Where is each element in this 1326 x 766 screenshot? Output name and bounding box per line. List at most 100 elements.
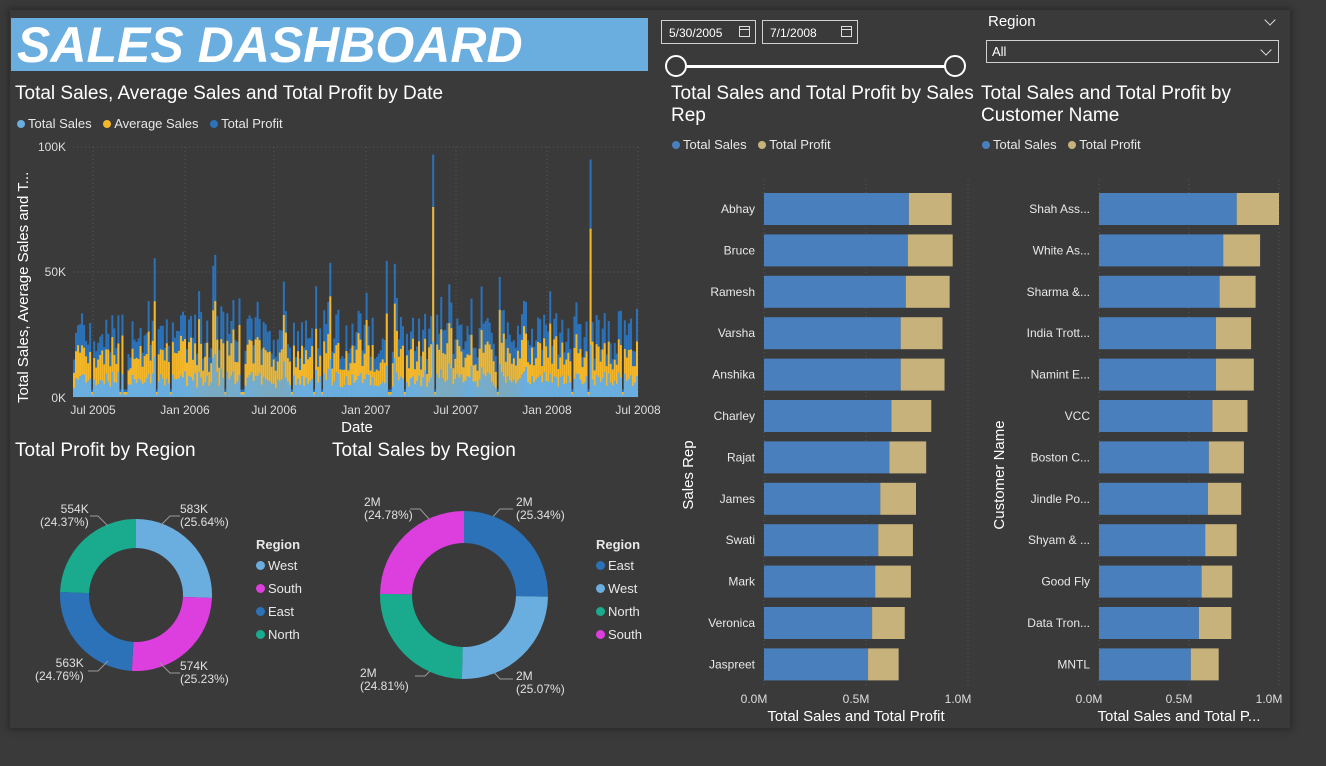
legend-total-sales[interactable]: Total Sales bbox=[982, 137, 1057, 152]
bar-total-sales[interactable] bbox=[1099, 400, 1213, 432]
sales-rep-bar-chart[interactable]: Abhay Bruce Ramesh Varsha Anshika Charley Raja… bbox=[665, 170, 980, 728]
bar-total-profit[interactable] bbox=[907, 234, 953, 267]
bar-total-profit[interactable] bbox=[900, 317, 943, 350]
bar-total-profit[interactable] bbox=[872, 607, 905, 639]
bar-total-sales[interactable] bbox=[1099, 648, 1191, 681]
bar-total-sales[interactable] bbox=[1099, 193, 1237, 225]
legend-item-east[interactable]: East bbox=[596, 558, 642, 573]
start-date-input[interactable]: 5/30/2005 bbox=[661, 20, 756, 44]
donut-slice-north[interactable] bbox=[60, 519, 136, 594]
bar-total-sales[interactable] bbox=[764, 524, 879, 557]
legend-average-sales[interactable]: Average Sales bbox=[103, 116, 199, 131]
legend-item-north[interactable]: North bbox=[596, 604, 642, 619]
bar-total-profit[interactable] bbox=[880, 482, 916, 515]
sales-region-donut[interactable] bbox=[379, 510, 549, 680]
bar-total-profit[interactable] bbox=[868, 648, 899, 681]
bar-total-sales[interactable] bbox=[764, 400, 892, 432]
bar-total-profit[interactable] bbox=[1216, 358, 1254, 391]
bar-total-profit[interactable] bbox=[875, 565, 911, 598]
total-profit-bar bbox=[351, 374, 354, 397]
bar-total-sales[interactable] bbox=[764, 565, 876, 598]
bar-total-sales[interactable] bbox=[764, 441, 890, 474]
legend-item-west[interactable]: West bbox=[596, 581, 642, 596]
bar-total-profit[interactable] bbox=[1236, 193, 1279, 225]
date-slider-start-handle[interactable] bbox=[665, 55, 687, 77]
bar-total-sales[interactable] bbox=[1099, 607, 1199, 639]
total-profit-bar bbox=[218, 386, 221, 397]
bar-total-sales[interactable] bbox=[764, 234, 908, 267]
bar-total-profit[interactable] bbox=[1207, 482, 1242, 515]
legend-item-west[interactable]: West bbox=[256, 558, 302, 573]
bar-total-sales[interactable] bbox=[764, 358, 901, 391]
legend-total-profit[interactable]: Total Profit bbox=[1068, 137, 1141, 152]
bar-total-sales[interactable] bbox=[1099, 275, 1220, 308]
bar-total-sales[interactable] bbox=[1099, 524, 1206, 557]
sales-profit-date-chart[interactable]: 100K 50K 0K Jul 2005 Jan 2006 Jul 2006 J… bbox=[10, 135, 670, 440]
bar-total-profit[interactable] bbox=[889, 441, 927, 474]
total-profit-bar bbox=[575, 373, 578, 397]
bar-total-profit[interactable] bbox=[905, 275, 950, 308]
bar-total-profit[interactable] bbox=[1212, 400, 1248, 432]
donut-slice-west[interactable] bbox=[136, 519, 212, 599]
bar-total-profit[interactable] bbox=[908, 193, 952, 225]
bar-total-sales[interactable] bbox=[764, 275, 906, 308]
legend-total-sales[interactable]: Total Sales bbox=[17, 116, 92, 131]
total-profit-bar bbox=[595, 375, 598, 397]
end-date-input[interactable]: 7/1/2008 bbox=[762, 20, 858, 44]
calendar-icon[interactable] bbox=[739, 26, 750, 37]
bar-total-profit[interactable] bbox=[1201, 565, 1233, 598]
bar-total-profit[interactable] bbox=[1205, 524, 1237, 557]
legend-item-south[interactable]: South bbox=[596, 627, 642, 642]
bar-total-profit[interactable] bbox=[1219, 275, 1256, 308]
date-slider-end-handle[interactable] bbox=[944, 55, 966, 77]
bar-total-sales[interactable] bbox=[1099, 234, 1224, 267]
donut-label-south: 2M (24.78%) bbox=[364, 496, 413, 522]
total-profit-bar bbox=[464, 380, 467, 397]
legend-total-sales[interactable]: Total Sales bbox=[672, 137, 747, 152]
total-profit-bar bbox=[422, 377, 425, 397]
profit-region-title: Total Profit by Region bbox=[15, 440, 196, 461]
donut-slice-east[interactable] bbox=[464, 511, 548, 597]
bar-total-sales[interactable] bbox=[764, 607, 873, 639]
date-range-slider-track[interactable] bbox=[677, 65, 955, 68]
bar-total-profit[interactable] bbox=[900, 358, 945, 391]
legend-item-north[interactable]: North bbox=[256, 627, 302, 642]
legend-item-south[interactable]: South bbox=[256, 581, 302, 596]
total-profit-bar bbox=[355, 380, 358, 397]
legend-item-east[interactable]: East bbox=[256, 604, 302, 619]
total-profit-bar bbox=[369, 385, 372, 397]
total-profit-bar bbox=[563, 384, 566, 397]
total-profit-bar bbox=[99, 379, 102, 397]
bar-total-profit[interactable] bbox=[1223, 234, 1261, 267]
total-profit-bar bbox=[159, 374, 162, 397]
bar-total-sales[interactable] bbox=[764, 648, 869, 681]
bar-total-sales[interactable] bbox=[1099, 317, 1216, 350]
total-profit-bar bbox=[387, 394, 390, 397]
bar-total-sales[interactable] bbox=[1099, 482, 1208, 515]
bar-total-profit[interactable] bbox=[878, 524, 913, 557]
total-profit-bar bbox=[448, 363, 451, 397]
bar-total-sales[interactable] bbox=[1099, 358, 1216, 391]
profit-region-donut[interactable] bbox=[57, 516, 215, 674]
bar-total-sales[interactable] bbox=[764, 482, 881, 515]
legend-total-profit[interactable]: Total Profit bbox=[210, 116, 283, 131]
region-dropdown[interactable]: All bbox=[986, 40, 1279, 63]
customer-bar-chart[interactable]: Shah Ass... White As... Sharma &... India T… bbox=[975, 170, 1290, 728]
chevron-down-icon[interactable] bbox=[1264, 14, 1276, 26]
donut-slice-south[interactable] bbox=[380, 511, 464, 595]
bar-total-sales[interactable] bbox=[764, 193, 909, 225]
bar-total-sales[interactable] bbox=[1099, 565, 1202, 598]
bar-total-profit[interactable] bbox=[1216, 317, 1252, 350]
chevron-down-icon[interactable] bbox=[1260, 44, 1272, 56]
calendar-icon[interactable] bbox=[841, 26, 852, 37]
total-profit-bar bbox=[361, 383, 364, 397]
bar-total-profit[interactable] bbox=[1208, 441, 1244, 474]
bar-total-profit[interactable] bbox=[891, 400, 932, 432]
total-profit-bar bbox=[506, 376, 509, 397]
bar-total-profit[interactable] bbox=[1190, 648, 1219, 681]
bar-total-sales[interactable] bbox=[764, 317, 901, 350]
donut-slice-west[interactable] bbox=[461, 596, 548, 679]
bar-total-sales[interactable] bbox=[1099, 441, 1209, 474]
legend-total-profit[interactable]: Total Profit bbox=[758, 137, 831, 152]
bar-total-profit[interactable] bbox=[1198, 607, 1232, 639]
